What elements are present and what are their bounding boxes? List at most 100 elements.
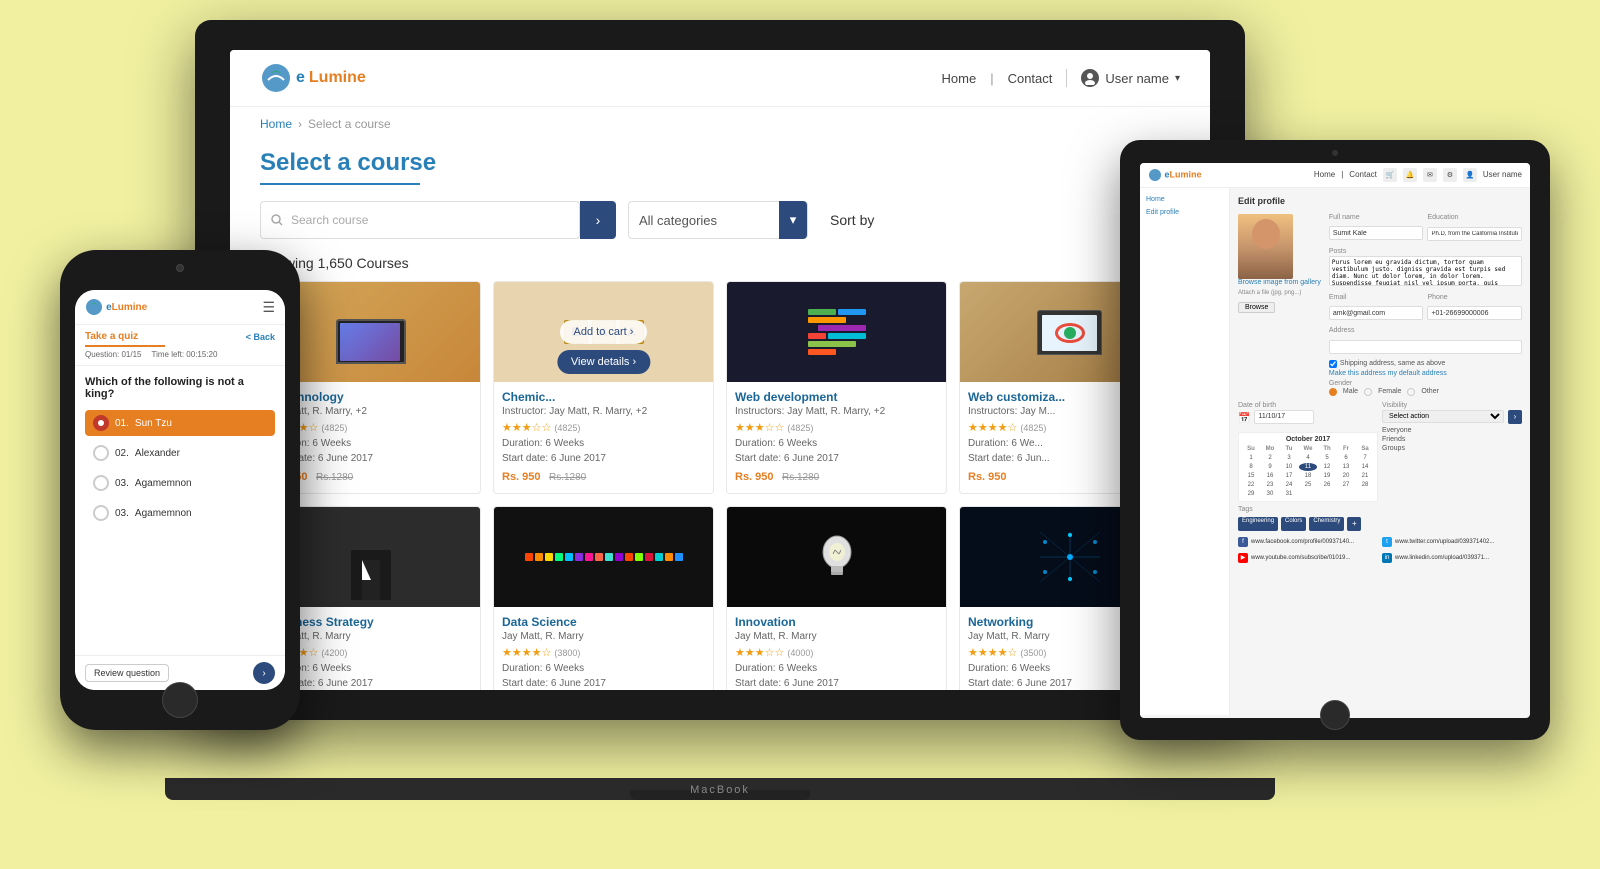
phone-take-quiz-label: Take a quiz (85, 331, 138, 342)
breadcrumb-home[interactable]: Home (260, 117, 292, 131)
cal-20[interactable]: 20 (1337, 472, 1355, 480)
cal-11-today[interactable]: 11 (1299, 463, 1317, 471)
cal-22[interactable]: 22 (1242, 481, 1260, 489)
cal-8[interactable]: 8 (1242, 463, 1260, 471)
twitter-link[interactable]: t www.twitter.com/upload/039371402... (1382, 537, 1522, 547)
search-input-wrapper[interactable]: Search course (260, 201, 580, 239)
sidebar-home-link[interactable]: Home (1146, 196, 1223, 203)
gender-other-radio[interactable] (1407, 388, 1415, 396)
laptop-frame: eLumine Home | Contact User name ▾ (195, 20, 1245, 720)
phone-option-4[interactable]: 03. Agamemnon (85, 500, 275, 526)
phone-back-button[interactable]: < Back (246, 332, 275, 342)
cal-31[interactable]: 31 (1280, 490, 1298, 498)
gender-male-radio[interactable] (1329, 388, 1337, 396)
cal-18[interactable]: 18 (1299, 472, 1317, 480)
nav-home-link[interactable]: Home (942, 71, 977, 86)
cal-13[interactable]: 13 (1337, 463, 1355, 471)
tablet-home-button[interactable] (1320, 700, 1350, 730)
course-card-2[interactable]: E A A Add to cart › View details › Chemi… (493, 281, 714, 494)
education-input[interactable] (1427, 227, 1522, 241)
course-card-3[interactable]: Web development Instructors: Jay Matt, R… (726, 281, 947, 494)
cal-27[interactable]: 27 (1337, 481, 1355, 489)
facebook-link[interactable]: f www.facebook.com/profile/00937140... (1238, 537, 1378, 547)
card-instructor-2: Instructor: Jay Matt, R. Marry, +2 (502, 406, 705, 417)
cal-5[interactable]: 5 (1318, 454, 1336, 462)
cal-24[interactable]: 24 (1280, 481, 1298, 489)
visibility-option-2[interactable]: Friends (1382, 436, 1522, 443)
address-input[interactable] (1329, 340, 1522, 354)
phone-home-button[interactable] (162, 682, 198, 718)
phone-option-3[interactable]: 03. Agamemnon (85, 470, 275, 496)
tablet-contact-link[interactable]: Contact (1349, 170, 1377, 179)
use-address-link[interactable]: Make this address my default address (1329, 370, 1522, 377)
cal-25[interactable]: 25 (1299, 481, 1317, 489)
phone-input[interactable] (1427, 306, 1522, 320)
bio-textarea[interactable]: Purus lorem eu gravida dictum, tortor qu… (1329, 256, 1522, 286)
phone-option-2-text: Alexander (135, 448, 180, 459)
cal-17[interactable]: 17 (1280, 472, 1298, 480)
cal-29[interactable]: 29 (1242, 490, 1260, 498)
visibility-option-1[interactable]: Everyone (1382, 427, 1522, 434)
browse-button[interactable]: Browse (1238, 302, 1275, 313)
tablet-logo: eLumine (1148, 168, 1202, 182)
visibility-select[interactable]: Select action Everyone Friends Groups (1382, 410, 1504, 423)
course-card-7[interactable]: Innovation Jay Matt, R. Marry ★★★☆☆ (400… (726, 506, 947, 690)
tablet-settings-icon[interactable]: ⚙ (1443, 168, 1457, 182)
linkedin-link[interactable]: in www.linkedin.com/upload/039371... (1382, 553, 1522, 563)
cal-2[interactable]: 2 (1261, 454, 1279, 462)
nav-contact-link[interactable]: Contact (1008, 71, 1053, 86)
same-address-check[interactable] (1329, 360, 1337, 368)
visibility-submit-btn[interactable]: › (1508, 410, 1522, 424)
phone-review-button[interactable]: Review question (85, 664, 169, 682)
cal-15[interactable]: 15 (1242, 472, 1260, 480)
tablet-user-icon[interactable]: 👤 (1463, 168, 1477, 182)
tablet-notification-icon[interactable]: 🔔 (1403, 168, 1417, 182)
phone-menu-icon[interactable]: ☰ (262, 299, 275, 316)
cal-6[interactable]: 6 (1337, 454, 1355, 462)
phone-option-2[interactable]: 02. Alexander (85, 440, 275, 466)
phone-time-left: Time left: 00:15:20 (151, 350, 217, 359)
dob-input[interactable] (1254, 410, 1314, 424)
fullname-input[interactable] (1329, 226, 1424, 240)
tablet-cart-icon[interactable]: 🛒 (1383, 168, 1397, 182)
cal-28[interactable]: 28 (1356, 481, 1374, 489)
phone-next-button[interactable]: › (253, 662, 275, 684)
search-button[interactable]: › (580, 201, 616, 239)
cal-21[interactable]: 21 (1356, 472, 1374, 480)
sidebar-profile-link[interactable]: Edit profile (1146, 209, 1223, 216)
tablet-home-link[interactable]: Home (1314, 170, 1335, 179)
add-to-cart-btn[interactable]: Add to cart › (560, 320, 648, 344)
cal-10[interactable]: 10 (1280, 463, 1298, 471)
category-select[interactable]: All categories ▾ (628, 201, 808, 239)
cal-day-th: Th (1318, 445, 1336, 453)
logo-name: Lumine (309, 69, 366, 87)
phone-option-1[interactable]: 01. Sun Tzu (85, 410, 275, 436)
tablet-message-icon[interactable]: ✉ (1423, 168, 1437, 182)
email-input[interactable] (1329, 306, 1424, 320)
gender-female-radio[interactable] (1364, 388, 1372, 396)
cal-26[interactable]: 26 (1318, 481, 1336, 489)
cal-4[interactable]: 4 (1299, 454, 1317, 462)
facebook-url: www.facebook.com/profile/00937140... (1251, 539, 1354, 545)
cal-day-su: Su (1242, 445, 1260, 453)
visibility-option-3[interactable]: Groups (1382, 445, 1522, 452)
fullname-label: Full name (1329, 214, 1424, 221)
cal-12[interactable]: 12 (1318, 463, 1336, 471)
cal-7[interactable]: 7 (1356, 454, 1374, 462)
cal-3[interactable]: 3 (1280, 454, 1298, 462)
cal-23[interactable]: 23 (1261, 481, 1279, 489)
visibility-section: Visibility Select action Everyone Friend… (1382, 402, 1522, 502)
cal-14[interactable]: 14 (1356, 463, 1374, 471)
cal-30[interactable]: 30 (1261, 490, 1279, 498)
view-details-btn[interactable]: View details › (557, 350, 650, 374)
add-tag-btn[interactable]: + (1347, 517, 1361, 531)
user-menu[interactable]: User name ▾ (1066, 69, 1180, 87)
youtube-link[interactable]: ▶ www.youtube.com/subscribe/01019... (1238, 553, 1378, 563)
phone-field: Phone (1427, 294, 1522, 325)
cal-19[interactable]: 19 (1318, 472, 1336, 480)
cal-16[interactable]: 16 (1261, 472, 1279, 480)
phone-option-1-text: Sun Tzu (135, 418, 172, 429)
cal-1[interactable]: 1 (1242, 454, 1260, 462)
course-card-6[interactable]: Data Science Jay Matt, R. Marry ★★★★☆ (3… (493, 506, 714, 690)
cal-9[interactable]: 9 (1261, 463, 1279, 471)
